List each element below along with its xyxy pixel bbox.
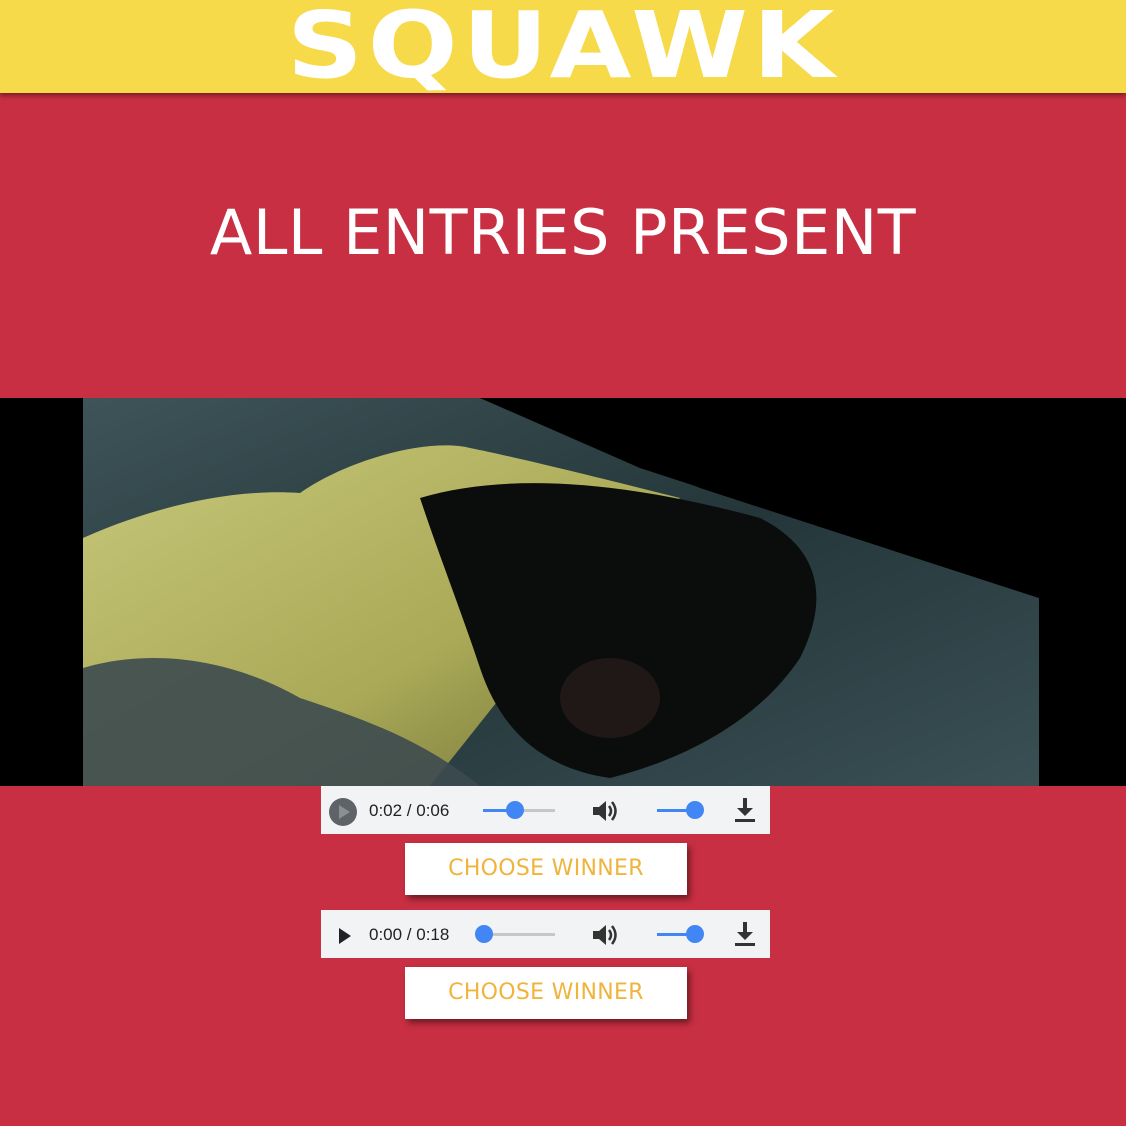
header-bar: SQUAWK (0, 0, 1126, 99)
audio-time: 0:00 / 0:18 (369, 925, 450, 944)
volume-thumb[interactable] (686, 925, 704, 943)
app-logo: SQUAWK (286, 0, 840, 99)
audio-time: 0:02 / 0:06 (369, 801, 450, 820)
progress-thumb[interactable] (475, 925, 493, 943)
download-icon[interactable] (733, 921, 757, 947)
page-title: ALL ENTRIES PRESENT (209, 196, 917, 269)
choose-winner-button-1[interactable]: CHOOSE WINNER (405, 843, 687, 895)
volume-thumb[interactable] (686, 801, 704, 819)
video-frame (0, 398, 1126, 786)
progress-thumb[interactable] (506, 801, 524, 819)
volume-icon[interactable] (591, 798, 621, 824)
choose-winner-button-2[interactable]: CHOOSE WINNER (405, 967, 687, 1019)
download-icon[interactable] (733, 797, 757, 823)
volume-icon[interactable] (591, 922, 621, 948)
audio-player-1[interactable]: 0:02 / 0:06 (321, 786, 770, 834)
play-icon[interactable] (329, 798, 357, 826)
progress-slider[interactable] (483, 933, 555, 936)
progress-fill (483, 809, 507, 812)
audio-player-2[interactable]: 0:00 / 0:18 (321, 910, 770, 958)
play-icon[interactable] (329, 922, 357, 950)
video-player[interactable] (0, 398, 1126, 786)
